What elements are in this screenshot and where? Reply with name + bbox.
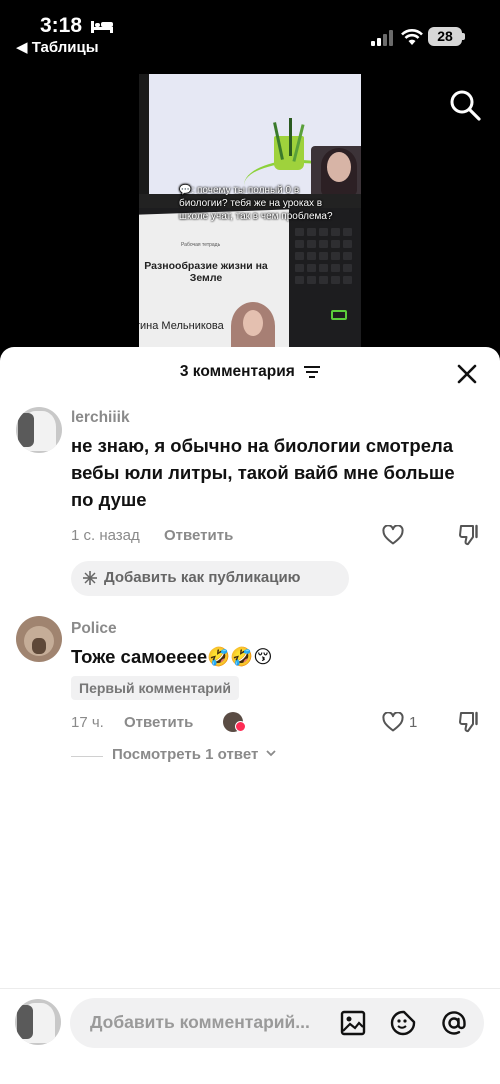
author-photo-face (243, 310, 263, 336)
comment-text: не знаю, я обычно на биологии смотрела в… (71, 435, 455, 510)
speech-bubble-icon: 💬 (179, 185, 192, 196)
search-icon[interactable] (448, 88, 482, 122)
workbook-label: Рабочая тетрадь (181, 242, 221, 248)
my-avatar (15, 999, 61, 1045)
comment-time: 17 ч. (71, 714, 104, 731)
avatar[interactable] (16, 616, 62, 662)
image-icon[interactable] (340, 1010, 366, 1036)
mention-icon[interactable] (441, 1010, 467, 1036)
pencil (289, 118, 292, 156)
comment-username[interactable]: lerchiiik (71, 409, 130, 427)
close-icon[interactable] (456, 363, 478, 385)
comments-count-title: 3 комментария (179, 363, 295, 380)
video-caption: 💬: почему ты полный 0 в биологии? тебя ж… (179, 185, 333, 222)
sleep-focus-icon (91, 21, 113, 33)
status-bar: 3:18 ◀ Таблицы 28 (0, 0, 500, 60)
reply-button[interactable]: Ответить (164, 527, 233, 544)
creator-heart-icon (235, 721, 246, 732)
monitor-screen (149, 74, 361, 198)
face (327, 152, 351, 182)
cellular-signal-icon (371, 30, 393, 46)
heart-icon[interactable] (382, 525, 404, 545)
wifi-icon (401, 29, 423, 45)
input-divider (0, 988, 500, 989)
view-replies-button[interactable]: Посмотреть 1 ответ (112, 746, 276, 763)
avatar[interactable] (16, 407, 62, 453)
comment-username[interactable]: Police (71, 620, 117, 638)
comment-input[interactable]: Добавить комментарий... (70, 998, 484, 1048)
battery-indicator: 28 (428, 27, 462, 46)
clock: 3:18 (40, 14, 83, 37)
chevron-down-icon (265, 750, 276, 757)
dislike-icon[interactable] (458, 524, 480, 546)
battery-tip (462, 33, 465, 40)
add-as-post-button[interactable]: Добавить как публикацию (71, 561, 349, 596)
emoji-sticker-icon[interactable] (390, 1010, 416, 1036)
add-as-post-label: Добавить как публикацию (104, 569, 301, 586)
comments-header: 3 комментария (0, 363, 500, 381)
dislike-icon[interactable] (458, 711, 480, 733)
comment-input-placeholder: Добавить комментарий... (90, 1012, 310, 1032)
video-preview[interactable]: Рабочая тетрадь Разнообразие жизни на Зе… (139, 74, 361, 350)
first-comment-badge: Первый комментарий (71, 676, 240, 700)
comment-text: Тоже самоееее🤣🤣😚 (71, 646, 273, 667)
heart-icon[interactable] (382, 712, 404, 732)
workbook-author: тина Мельникова (139, 320, 224, 332)
sparkle-icon (83, 571, 97, 585)
workbook-title: Разнообразие жизни на Земле (144, 260, 268, 284)
sort-filter-icon[interactable] (304, 365, 321, 378)
reply-button[interactable]: Ответить (124, 714, 193, 731)
like-count: 1 (409, 714, 418, 731)
back-to-app-link[interactable]: ◀ Таблицы (16, 38, 99, 56)
comment-time: 1 с. назад (71, 527, 140, 544)
view-replies-label: Посмотреть 1 ответ (112, 746, 259, 763)
replies-divider (71, 756, 103, 757)
laptop-logo (331, 310, 347, 320)
